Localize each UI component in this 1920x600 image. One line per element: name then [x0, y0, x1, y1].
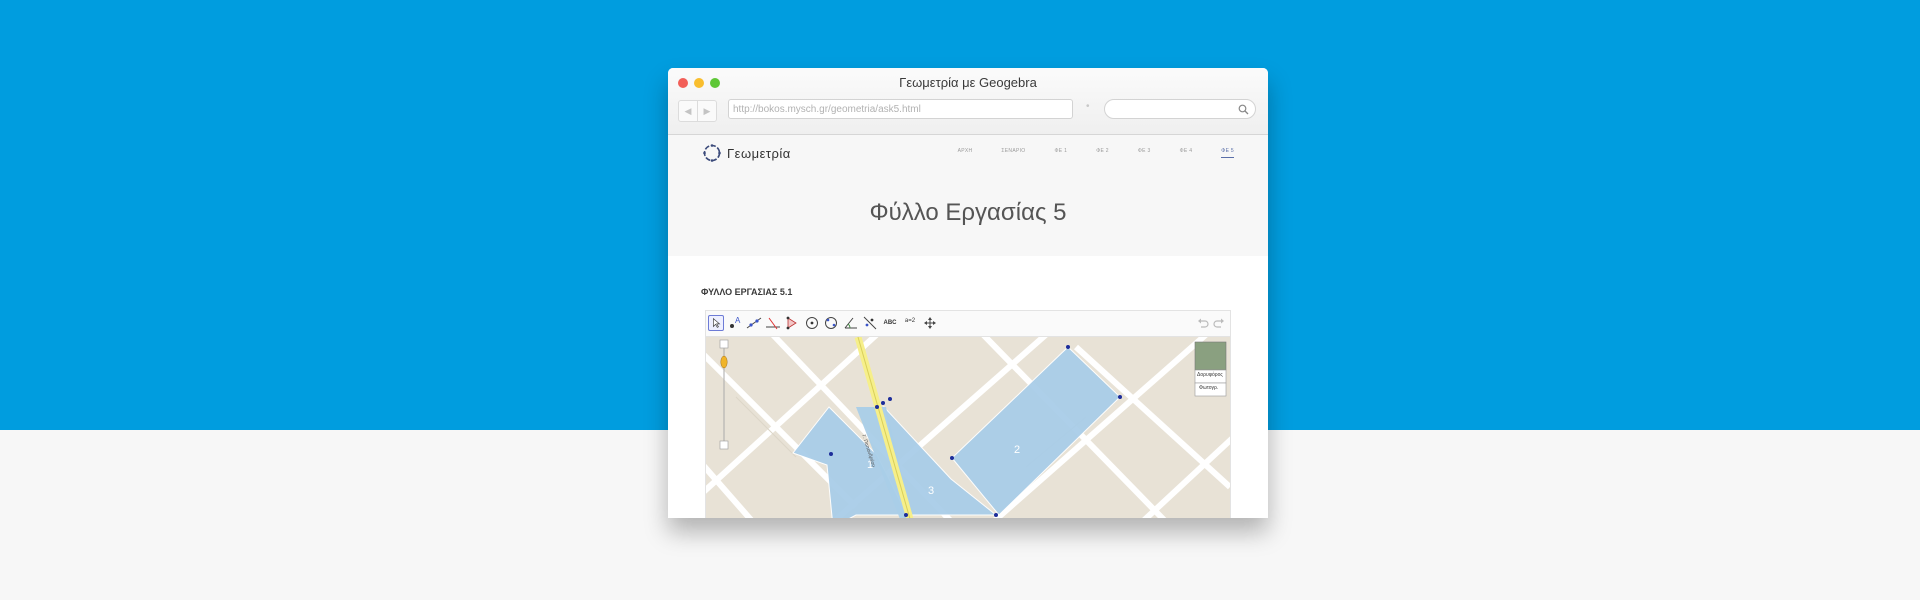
site-logo[interactable]: Γεωμετρία	[702, 143, 791, 163]
page-title: Φύλλο Εργασίας 5	[869, 199, 1067, 226]
forward-button[interactable]: ▶	[697, 100, 717, 122]
map-type-satellite-label[interactable]: Φωτογρ.	[1199, 385, 1218, 391]
menu-item-fe2[interactable]: ΦΕ 2	[1096, 148, 1109, 158]
menu-item-scenario[interactable]: ΣΕΝΑΡΙΟ	[1001, 148, 1025, 158]
move-tool-icon[interactable]	[708, 315, 724, 331]
menu-item-fe3[interactable]: ΦΕ 3	[1138, 148, 1151, 158]
geogebra-toolbar: A ABC a=2	[706, 311, 1230, 337]
search-icon[interactable]	[1238, 104, 1249, 115]
line-tool-icon[interactable]	[746, 315, 762, 331]
site-name: Γεωμετρία	[727, 145, 791, 161]
map-svg: 1 2 3	[706, 337, 1230, 518]
address-bar[interactable]: http://bokos.mysch.gr/geometria/ask5.htm…	[728, 99, 1073, 119]
circle-tool-icon[interactable]	[804, 315, 820, 331]
reload-icon[interactable]: •	[1086, 101, 1090, 112]
angle-tool-icon[interactable]	[843, 315, 859, 331]
reflect-tool-icon[interactable]	[862, 315, 878, 331]
menu-item-fe5[interactable]: ΦΕ 5	[1221, 148, 1234, 158]
site-header: Γεωμετρία ΑΡΧΗ ΣΕΝΑΡΙΟ ΦΕ 1 ΦΕ 2 ΦΕ 3 ΦΕ…	[668, 135, 1268, 256]
menu-item-home[interactable]: ΑΡΧΗ	[958, 148, 973, 158]
perpendicular-tool-icon[interactable]	[765, 315, 781, 331]
window-title: Γεωμετρία με Geogebra	[899, 75, 1037, 90]
svg-text:A: A	[735, 316, 741, 325]
text-tool-icon[interactable]: ABC	[882, 315, 898, 331]
circle-three-points-tool-icon[interactable]	[823, 315, 839, 331]
menu-item-fe4[interactable]: ΦΕ 4	[1180, 148, 1193, 158]
main-menu: ΑΡΧΗ ΣΕΝΑΡΙΟ ΦΕ 1 ΦΕ 2 ΦΕ 3 ΦΕ 4 ΦΕ 5	[929, 148, 1234, 158]
map-view[interactable]: 1 2 3 Δορυφόρος Φωτογρ. Γ. Παπανδρέου	[706, 337, 1230, 518]
back-button[interactable]: ◀	[678, 100, 698, 122]
browser-titlebar: Γεωμετρία με Geogebra ◀ ▶ http://bokos.m…	[668, 68, 1268, 135]
region-3-label: 3	[928, 485, 934, 497]
redo-icon[interactable]	[1212, 316, 1226, 330]
logo-ring-icon	[703, 144, 721, 162]
geogebra-applet: A ABC a=2 1 2 3 Δορυφόρος Φωτογρ. Γ. Παπ…	[705, 310, 1231, 518]
map-type-road-label[interactable]: Δορυφόρος	[1197, 372, 1223, 378]
region-2-label: 2	[1014, 444, 1020, 456]
undo-icon[interactable]	[1196, 316, 1210, 330]
page-content: Γεωμετρία ΑΡΧΗ ΣΕΝΑΡΙΟ ΦΕ 1 ΦΕ 2 ΦΕ 3 ΦΕ…	[668, 135, 1268, 518]
move-graphics-tool-icon[interactable]	[922, 315, 938, 331]
polygon-tool-icon[interactable]	[784, 315, 800, 331]
browser-search-input[interactable]	[1104, 99, 1256, 119]
section-title: ΦΥΛΛΟ ΕΡΓΑΣΙΑΣ 5.1	[701, 287, 793, 297]
slider-tool-icon[interactable]: a=2	[902, 315, 918, 331]
point-tool-icon[interactable]: A	[727, 315, 743, 331]
menu-item-fe1[interactable]: ΦΕ 1	[1054, 148, 1067, 158]
browser-window: Γεωμετρία με Geogebra ◀ ▶ http://bokos.m…	[668, 68, 1268, 518]
